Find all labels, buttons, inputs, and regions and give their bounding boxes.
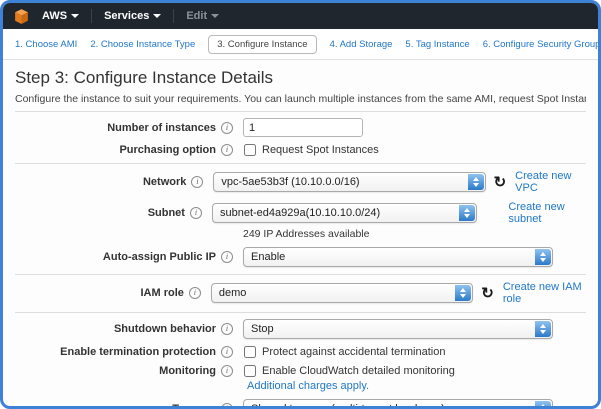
main-content: Step 3: Configure Instance Details Confi… [3,60,598,409]
nav-aws-menu[interactable]: AWS [38,10,83,22]
chevron-down-icon [211,14,219,18]
navbar-divider [91,9,92,23]
info-icon[interactable] [221,144,233,156]
row-subnet: Subnet subnet-ed4a929a(10.10.10.0/24) Cr… [15,201,586,225]
auto-assign-public-ip-select[interactable]: Enable [243,247,553,267]
navbar-divider [173,9,174,23]
request-spot-instances-label: Request Spot Instances [262,144,379,156]
nav-edit-menu[interactable]: Edit [182,10,223,22]
step-tag-instance[interactable]: 5. Tag Instance [405,39,469,50]
step-configure-security-group[interactable]: 6. Configure Security Group [483,39,601,50]
auto-assign-public-ip-select-value: Enable [251,251,285,263]
chevron-down-icon [71,14,79,18]
page-title: Step 3: Configure Instance Details [15,68,586,88]
termination-protection-checkbox-label: Protect against accidental termination [262,346,445,358]
number-of-instances-label: Number of instances [107,122,216,134]
chevron-down-icon [153,14,161,18]
cloudwatch-monitoring-checkbox[interactable] [244,365,256,377]
row-network: Network vpc-5ae53b3f (10.10.0.0/16) Crea… [15,170,586,194]
create-new-iam-role-link[interactable]: Create new IAM role [503,281,586,305]
subnet-ip-availability-note: 249 IP Addresses available [243,228,586,240]
info-icon[interactable] [190,207,202,219]
nav-aws-label: AWS [42,10,67,22]
select-arrows-icon [455,285,471,301]
nav-services-menu[interactable]: Services [100,10,165,22]
purchasing-option-label: Purchasing option [119,144,216,156]
request-spot-instances-checkbox[interactable] [244,144,256,156]
wizard-steps-bar: 1. Choose AMI 2. Choose Instance Type 3.… [3,29,598,60]
row-monitoring: Monitoring Enable CloudWatch detailed mo… [15,365,586,377]
select-arrows-icon [535,249,551,265]
row-shutdown-behavior: Shutdown behavior Stop [15,319,586,339]
refresh-icon[interactable] [494,175,507,190]
network-select[interactable]: vpc-5ae53b3f (10.10.0.0/16) [213,172,485,192]
termination-protection-label: Enable termination protection [60,346,216,358]
tenancy-label: Tenancy [172,403,216,409]
info-icon[interactable] [221,251,233,263]
iam-role-select[interactable]: demo [211,283,473,303]
top-navbar: AWS Services Edit [3,3,598,29]
subnet-select[interactable]: subnet-ed4a929a(10.10.10.0/24) [212,203,477,223]
nav-services-label: Services [104,10,149,22]
tenancy-select[interactable]: Shared tenancy (multi-tenant hardware) [243,399,553,409]
select-arrows-icon [468,174,484,190]
info-icon[interactable] [221,403,233,409]
aws-cube-logo[interactable] [13,8,30,25]
termination-protection-checkbox[interactable] [244,346,256,358]
shutdown-behavior-label: Shutdown behavior [114,323,216,335]
info-icon[interactable] [189,287,201,299]
create-new-subnet-link[interactable]: Create new subnet [508,201,586,225]
select-arrows-icon [459,205,475,221]
step-configure-instance[interactable]: 3. Configure Instance [208,35,316,54]
row-tenancy: Tenancy Shared tenancy (multi-tenant har… [15,399,586,409]
create-new-vpc-link[interactable]: Create new VPC [515,170,586,194]
step-choose-ami[interactable]: 1. Choose AMI [15,39,77,50]
monitoring-label: Monitoring [159,365,216,377]
tenancy-select-value: Shared tenancy (multi-tenant hardware) [251,403,445,409]
section-divider [15,163,586,164]
info-icon[interactable] [221,346,233,358]
aws-console-window: AWS Services Edit 1. Choose AMI 2. Choos… [0,0,601,409]
info-icon[interactable] [191,176,203,188]
subnet-label: Subnet [148,207,185,219]
row-purchasing-option: Purchasing option Request Spot Instances [15,144,586,156]
step-add-storage[interactable]: 4. Add Storage [330,39,393,50]
row-auto-assign-public-ip: Auto-assign Public IP Enable [15,247,586,267]
section-divider [15,111,586,112]
subnet-select-value: subnet-ed4a929a(10.10.10.0/24) [220,207,380,219]
iam-role-label: IAM role [141,287,184,299]
section-divider [15,312,586,313]
network-select-value: vpc-5ae53b3f (10.10.0.0/16) [221,176,359,188]
row-iam-role: IAM role demo Create new IAM role [15,281,586,305]
select-arrows-icon [535,321,551,337]
info-icon[interactable] [221,323,233,335]
info-icon[interactable] [221,365,233,377]
auto-assign-public-ip-label: Auto-assign Public IP [103,251,216,263]
page-description: Configure the instance to suit your requ… [15,93,586,105]
section-divider [15,274,586,275]
info-icon[interactable] [221,122,233,134]
number-of-instances-input[interactable] [243,118,363,137]
step-choose-instance-type[interactable]: 2. Choose Instance Type [90,39,195,50]
nav-edit-label: Edit [186,10,207,22]
row-termination-protection: Enable termination protection Protect ag… [15,346,586,358]
refresh-icon[interactable] [481,286,494,301]
shutdown-behavior-select[interactable]: Stop [243,319,553,339]
iam-role-select-value: demo [219,287,247,299]
select-arrows-icon [535,401,551,409]
network-label: Network [143,176,186,188]
shutdown-behavior-select-value: Stop [251,323,274,335]
row-number-of-instances: Number of instances [15,118,586,137]
cloudwatch-monitoring-checkbox-label: Enable CloudWatch detailed monitoring [262,365,455,377]
monitoring-additional-charges-link[interactable]: Additional charges apply. [247,380,369,392]
